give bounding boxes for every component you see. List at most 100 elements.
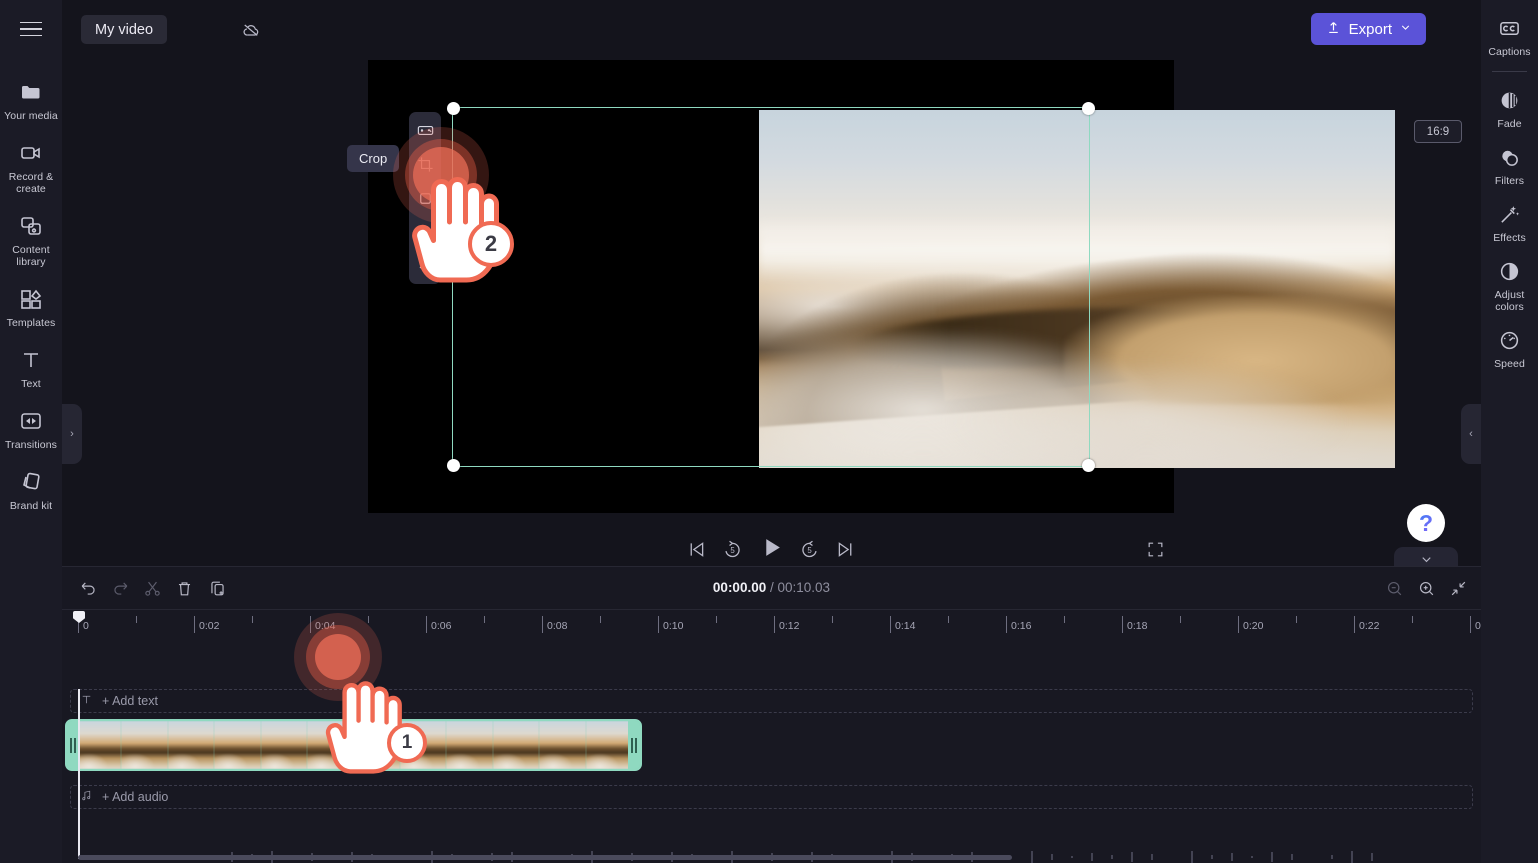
flip-horizontal-icon[interactable]: [413, 220, 437, 244]
sidebar-item-captions[interactable]: Captions: [1481, 8, 1538, 65]
zoom-out-button[interactable]: [1379, 573, 1409, 603]
ruler-tick-mark: [716, 616, 717, 623]
help-button[interactable]: ?: [1407, 504, 1445, 542]
ruler-tick-mark: [252, 616, 253, 623]
video-camera-icon: [18, 140, 44, 166]
add-audio-track[interactable]: + Add audio: [70, 785, 1473, 809]
aspect-ratio-badge[interactable]: 16:9: [1414, 120, 1462, 143]
sidebar-item-label: Captions: [1488, 46, 1531, 58]
music-note-icon: [80, 789, 93, 805]
ruler-tick-mark: [1064, 616, 1065, 623]
play-button[interactable]: [754, 530, 788, 564]
sidebar-item-label: Record & create: [8, 171, 54, 195]
brand-kit-icon: [18, 469, 44, 495]
sidebar-item-brand-kit[interactable]: Brand kit: [0, 460, 62, 521]
magic-wand-icon: [1497, 201, 1523, 227]
sidebar-item-label: Speed: [1494, 358, 1525, 370]
ruler-tick-mark: [1238, 616, 1239, 633]
clip-trim-handle-right[interactable]: [628, 721, 640, 769]
sidebar-item-label: Content library: [12, 244, 50, 268]
sidebar-item-text[interactable]: Text: [0, 338, 62, 399]
crop-icon[interactable]: [413, 152, 437, 176]
ruler-tick-mark: [1412, 616, 1413, 623]
project-name-button[interactable]: My video: [81, 15, 168, 44]
preview-area: 16:9 Crop 2 5 5 ?: [62, 58, 1481, 575]
ruler-tick-mark: [310, 616, 311, 633]
ruler-tick-mark: [1180, 616, 1181, 623]
sidebar-item-speed[interactable]: Speed: [1481, 320, 1538, 377]
transitions-icon: [18, 408, 44, 434]
sidebar-item-effects[interactable]: Effects: [1481, 194, 1538, 251]
contrast-icon: [1497, 258, 1523, 284]
video-stage: [368, 60, 1395, 513]
ruler-tick-label: 0: [83, 620, 89, 632]
export-button[interactable]: Export: [1310, 13, 1426, 45]
playhead-line: [78, 689, 80, 859]
hamburger-icon[interactable]: [16, 14, 46, 44]
step-badge-2: 2: [468, 221, 514, 267]
ruler-tick-mark: [948, 616, 949, 623]
right-sidebar: Captions Fade Filters Effects Adjust col…: [1481, 0, 1538, 863]
video-clip[interactable]: [65, 719, 642, 771]
sidebar-item-fade[interactable]: Fade: [1481, 80, 1538, 137]
ruler-tick-mark: [658, 616, 659, 633]
filters-icon: [1497, 144, 1523, 170]
forward-5-button[interactable]: 5: [792, 532, 826, 566]
question-mark-icon: ?: [1418, 509, 1434, 536]
sidebar-item-filters[interactable]: Filters: [1481, 137, 1538, 194]
ruler-tick-mark: [368, 616, 369, 623]
sidebar-item-your-media[interactable]: Your media: [0, 70, 62, 131]
sidebar-item-label: Filters: [1494, 175, 1525, 187]
sidebar-item-templates[interactable]: Templates: [0, 277, 62, 338]
ruler-tick-mark: [1122, 616, 1123, 633]
fullscreen-button[interactable]: [1138, 532, 1172, 566]
templates-icon: [18, 286, 44, 312]
flip-vertical-icon[interactable]: [413, 254, 437, 278]
content-library-icon: [18, 213, 44, 239]
sidebar-item-record-create[interactable]: Record & create: [0, 131, 62, 204]
left-sidebar: Your media Record & create Content libra…: [0, 0, 62, 863]
ruler-tick-mark: [832, 616, 833, 623]
timeline-toolbar: 00:00.00 / 00:10.03: [62, 567, 1481, 609]
cloud-offline-icon[interactable]: [235, 15, 267, 44]
sidebar-item-label: Transitions: [4, 439, 58, 451]
crop-tooltip: Crop: [347, 145, 400, 172]
timeline-ruler[interactable]: 0 0:02 0:04 0:06 0:08 0:10 0:12 0:14 0:16 0:18 0:2…: [62, 609, 1481, 637]
sidebar-item-label: Your media: [4, 110, 58, 122]
sidebar-item-content-library[interactable]: Content library: [0, 204, 62, 277]
rewind-5-button[interactable]: 5: [715, 532, 749, 566]
ruler-tick-mark: [1354, 616, 1355, 633]
zoom-in-button[interactable]: [1411, 573, 1441, 603]
fit-timeline-button[interactable]: [1443, 573, 1473, 603]
ruler-tick-mark: [890, 616, 891, 633]
clip-thumbnails: [75, 721, 633, 769]
skip-to-start-button[interactable]: [679, 532, 713, 566]
timeline-horizontal-scrollbar[interactable]: [78, 855, 1012, 860]
time-separator: /: [769, 580, 774, 595]
add-text-label: + Add text: [102, 694, 158, 708]
sidebar-item-label: Effects: [1493, 232, 1526, 244]
ruler-tick-label: 0:16: [1011, 620, 1032, 632]
fit-to-frame-icon[interactable]: [413, 118, 437, 142]
svg-text:5: 5: [730, 546, 735, 555]
ruler-tick-label: 0:08: [547, 620, 568, 632]
picture-in-picture-icon[interactable]: [413, 186, 437, 210]
ruler-tick-mark: [1006, 616, 1007, 633]
ruler-tick-label: 0:14: [895, 620, 916, 632]
upload-icon: [1325, 19, 1342, 40]
skip-to-end-button[interactable]: [828, 532, 862, 566]
sidebar-divider: [1492, 71, 1527, 72]
ruler-tick-label: 0: [1475, 620, 1481, 632]
clipchamp-editor: Your media Record & create Content libra…: [0, 0, 1538, 863]
sidebar-item-label: Adjust colors: [1494, 289, 1525, 313]
sidebar-item-transitions[interactable]: Transitions: [0, 399, 62, 460]
ruler-tick-label: 0:20: [1243, 620, 1264, 632]
playback-controls: 5 5: [62, 478, 1481, 557]
closed-caption-icon: [1497, 15, 1523, 41]
sidebar-item-adjust-colors[interactable]: Adjust colors: [1481, 251, 1538, 320]
ruler-tick-label: 0:02: [199, 620, 220, 632]
video-preview-image[interactable]: [759, 110, 1395, 468]
ruler-tick-label: 0:18: [1127, 620, 1148, 632]
floating-edit-toolbar: [409, 112, 441, 284]
add-text-track[interactable]: + Add text: [70, 689, 1473, 713]
